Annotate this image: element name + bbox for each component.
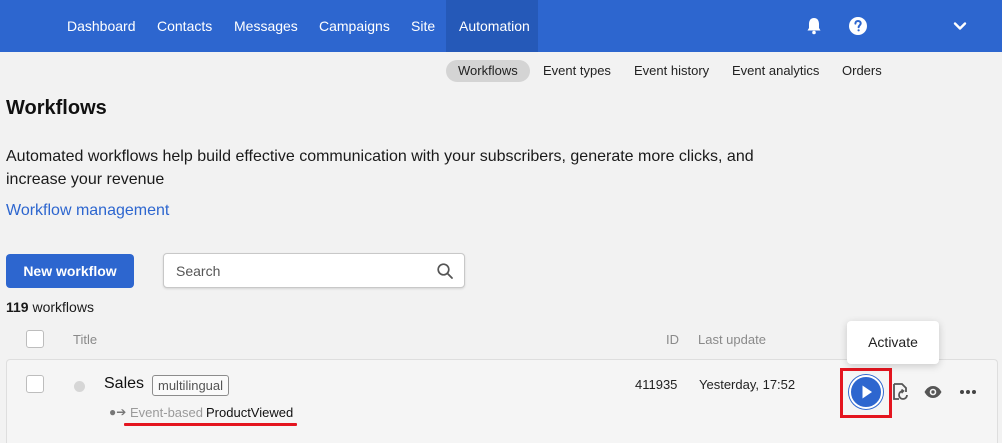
- workflow-last-update: Yesterday, 17:52: [699, 377, 796, 392]
- column-title[interactable]: Title: [73, 332, 97, 347]
- help-icon[interactable]: [846, 14, 870, 38]
- trigger-type: Event-based: [130, 405, 203, 420]
- workflow-count: 119 workflows: [6, 299, 94, 315]
- chevron-down-icon[interactable]: [948, 14, 972, 38]
- nav-contacts[interactable]: Contacts: [144, 0, 225, 52]
- workflow-id: 411935: [635, 377, 678, 392]
- page-description: Automated workflows help build effective…: [6, 148, 754, 188]
- nav-dashboard[interactable]: Dashboard: [54, 0, 149, 52]
- workflow-title[interactable]: Sales: [104, 375, 144, 393]
- new-workflow-button[interactable]: New workflow: [6, 254, 134, 288]
- subtab-event-history[interactable]: Event history: [622, 60, 721, 82]
- subtab-event-types[interactable]: Event types: [531, 60, 623, 82]
- trigger-event: ProductViewed: [206, 405, 294, 420]
- workflow-management-link[interactable]: Workflow management: [6, 202, 169, 220]
- nav-messages[interactable]: Messages: [221, 0, 311, 52]
- nav-automation[interactable]: Automation: [446, 0, 538, 52]
- column-last-update[interactable]: Last update: [698, 332, 766, 347]
- duplicate-icon[interactable]: [890, 382, 910, 402]
- page-title: Workflows: [6, 97, 107, 119]
- play-icon[interactable]: [849, 375, 883, 409]
- table-row[interactable]: Sales multilingual ●➔ Event-based Produc…: [6, 359, 998, 443]
- top-navigation: Dashboard Contacts Messages Campaigns Si…: [0, 0, 1002, 52]
- highlight-underline: [124, 423, 297, 426]
- subtab-workflows[interactable]: Workflows: [446, 60, 530, 82]
- workflow-tag: multilingual: [152, 375, 230, 396]
- bell-icon[interactable]: [802, 14, 826, 38]
- eye-icon[interactable]: [923, 382, 943, 402]
- nav-campaigns[interactable]: Campaigns: [306, 0, 403, 52]
- status-dot: [74, 381, 85, 392]
- search-box: [163, 253, 465, 288]
- subtab-event-analytics[interactable]: Event analytics: [720, 60, 831, 82]
- trigger-arrow-icon: ●➔: [109, 405, 127, 419]
- column-id[interactable]: ID: [666, 332, 679, 347]
- nav-site[interactable]: Site: [398, 0, 448, 52]
- search-input[interactable]: [176, 262, 426, 280]
- subtab-orders[interactable]: Orders: [830, 60, 894, 82]
- select-all-checkbox[interactable]: [26, 330, 44, 348]
- workflow-count-number: 119: [6, 299, 29, 315]
- activate-tooltip: Activate: [847, 321, 939, 364]
- search-icon[interactable]: [436, 262, 454, 280]
- workflow-count-label: workflows: [32, 299, 94, 315]
- row-checkbox[interactable]: [26, 375, 44, 393]
- more-icon[interactable]: [958, 382, 978, 402]
